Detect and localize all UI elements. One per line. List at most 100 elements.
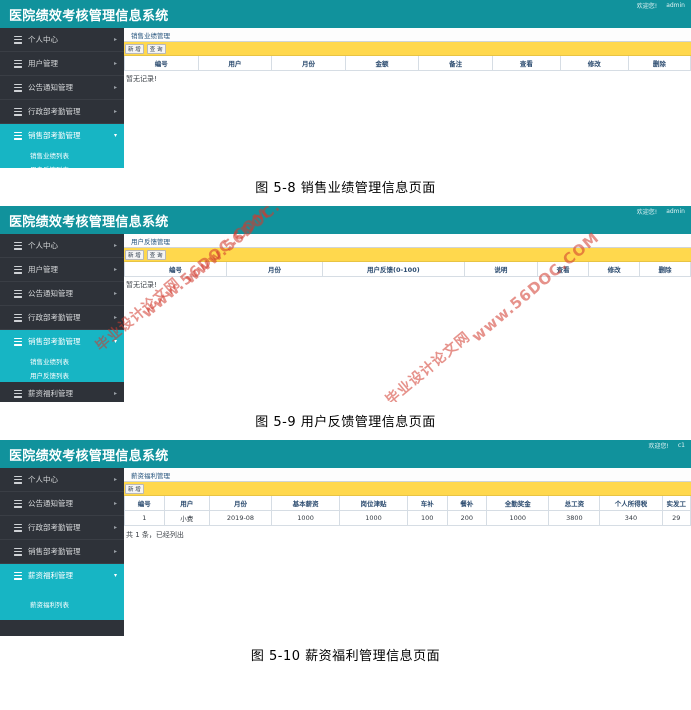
cell-post-allowance: 1000 xyxy=(339,509,408,526)
column-header[interactable]: 全勤奖金 xyxy=(486,496,550,511)
column-header[interactable]: 说明 xyxy=(463,262,539,277)
sidebar-item-label: 行政部考勤管理 xyxy=(28,313,81,322)
breadcrumb-label: 用户反馈管理 xyxy=(131,237,170,246)
sidebar-item-notice-mgmt[interactable]: 公告通知管理 ▸ xyxy=(0,492,124,516)
column-header[interactable]: 查看 xyxy=(491,56,561,71)
breadcrumb-label: 薪资福利管理 xyxy=(131,471,170,480)
stack-icon xyxy=(14,107,22,116)
sidebar-item-salary-welfare[interactable]: 薪资福利管理 ▸ xyxy=(0,382,124,402)
column-header[interactable]: 月份 xyxy=(271,56,346,71)
stack-icon xyxy=(14,475,22,484)
sidebar-item-personal[interactable]: 个人中心 ▸ xyxy=(0,28,124,52)
content-area-3: 薪资福利管理 新 增 编号 用户 月份 基本薪资 岗位津贴 车补 餐补 全勤奖金… xyxy=(124,468,691,636)
sidebar-subitem-feedback-list[interactable]: 用户反馈列表 xyxy=(0,162,124,168)
column-header[interactable]: 用户反馈(0-100) xyxy=(322,262,465,277)
sidebar-item-label: 个人中心 xyxy=(28,241,58,250)
sidebar-item-user-mgmt[interactable]: 用户管理 ▸ xyxy=(0,258,124,282)
sidebar-item-label: 薪资福利管理 xyxy=(28,571,73,580)
column-header[interactable]: 车补 xyxy=(406,496,448,511)
table-row[interactable]: 1 小费 2019-08 1000 1000 100 200 1000 3800… xyxy=(124,509,691,526)
cell-user: 小费 xyxy=(163,509,210,526)
chevron-right-icon: ▸ xyxy=(113,265,117,273)
data-table-2: 编号 月份 用户反馈(0-100) 说明 查看 修改 删除 xyxy=(124,262,691,277)
stack-icon xyxy=(14,289,22,298)
sidebar-subitem-salary-list[interactable]: 薪资福利列表 xyxy=(0,588,124,620)
column-header[interactable]: 查看 xyxy=(537,262,590,277)
toolbar-1: 新 增 查 询 xyxy=(124,42,691,56)
sidebar-item-label: 销售部考勤管理 xyxy=(28,131,81,140)
new-button[interactable]: 新 增 xyxy=(125,43,144,54)
breadcrumb-1: 销售业绩管理 xyxy=(124,28,691,42)
sidebar-item-user-mgmt[interactable]: 用户管理 ▸ xyxy=(0,52,124,76)
column-header[interactable]: 删除 xyxy=(639,262,691,277)
sidebar-item-notice-mgmt[interactable]: 公告通知管理 ▸ xyxy=(0,76,124,100)
sidebar-item-label: 公告通知管理 xyxy=(28,499,73,508)
sidebar-submenu-1: 销售业绩列表 用户反馈列表 xyxy=(0,148,124,168)
username-label[interactable]: admin xyxy=(666,208,685,215)
sidebar-item-admin-attendance[interactable]: 行政部考勤管理 ▸ xyxy=(0,516,124,540)
column-header[interactable]: 岗位津贴 xyxy=(339,496,408,511)
app-title: 医院绩效考核管理信息系统 xyxy=(9,215,169,230)
welcome-text: 欢迎您! xyxy=(636,3,658,10)
sidebar-item-label: 销售部考勤管理 xyxy=(28,547,81,556)
column-header[interactable]: 修改 xyxy=(559,56,629,71)
sidebar-item-admin-attendance[interactable]: 行政部考勤管理 ▸ xyxy=(0,100,124,124)
column-header[interactable]: 删除 xyxy=(627,56,691,71)
column-header[interactable]: 编号 xyxy=(124,56,199,71)
column-header[interactable]: 备注 xyxy=(418,56,493,71)
chevron-right-icon: ▸ xyxy=(113,241,117,249)
sidebar-item-label: 公告通知管理 xyxy=(28,83,73,92)
chevron-down-icon: ▾ xyxy=(113,571,117,579)
sidebar-item-label: 销售部考勤管理 xyxy=(28,337,81,346)
username-label[interactable]: admin xyxy=(666,2,685,9)
column-header[interactable]: 编号 xyxy=(124,496,165,511)
sidebar-subitem-sales-list[interactable]: 销售业绩列表 xyxy=(0,148,124,162)
new-button[interactable]: 新 增 xyxy=(125,483,144,494)
sidebar-item-sales-attendance[interactable]: 销售部考勤管理 ▾ xyxy=(0,330,124,354)
column-header[interactable]: 实发工 xyxy=(661,496,691,511)
column-header[interactable]: 月份 xyxy=(225,262,324,277)
new-button[interactable]: 新 增 xyxy=(125,249,144,260)
sidebar-item-notice-mgmt[interactable]: 公告通知管理 ▸ xyxy=(0,282,124,306)
sidebar-item-sales-attendance[interactable]: 销售部考勤管理 ▸ xyxy=(0,540,124,564)
sidebar-1: 个人中心 ▸ 用户管理 ▸ 公告通知管理 ▸ 行政部考勤管理 ▸ 销售部考勤管理 xyxy=(0,28,124,168)
username-label[interactable]: c1 xyxy=(678,442,685,449)
chevron-down-icon: ▾ xyxy=(113,131,117,139)
column-header[interactable]: 月份 xyxy=(208,496,273,511)
column-header[interactable]: 编号 xyxy=(124,262,227,277)
welcome-text: 欢迎您! xyxy=(648,443,669,450)
table-header-row: 编号 用户 月份 基本薪资 岗位津贴 车补 餐补 全勤奖金 总工资 个人所得税 … xyxy=(124,496,691,511)
sidebar-subitem-feedback-list[interactable]: 用户反馈列表 xyxy=(0,368,124,382)
query-button[interactable]: 查 询 xyxy=(146,249,166,260)
column-header[interactable]: 餐补 xyxy=(446,496,488,511)
header-user-area-3: 欢迎您! c1 xyxy=(648,441,685,450)
chevron-right-icon: ▸ xyxy=(113,547,117,555)
sidebar-item-label: 用户管理 xyxy=(28,59,58,68)
sidebar-item-salary-welfare[interactable]: 薪资福利管理 ▾ xyxy=(0,564,124,588)
column-header[interactable]: 用户 xyxy=(163,496,210,511)
column-header[interactable]: 修改 xyxy=(588,262,641,277)
sidebar-subitem-sales-list[interactable]: 销售业绩列表 xyxy=(0,354,124,368)
figure-caption-3: 图 5-10 薪资福利管理信息页面 xyxy=(250,649,441,664)
app-body-1: 个人中心 ▸ 用户管理 ▸ 公告通知管理 ▸ 行政部考勤管理 ▸ 销售部考勤管理 xyxy=(0,28,691,168)
sidebar-item-sales-attendance[interactable]: 销售部考勤管理 ▾ xyxy=(0,124,124,148)
chevron-right-icon: ▸ xyxy=(113,289,117,297)
column-header[interactable]: 个人所得税 xyxy=(599,496,663,511)
column-header[interactable]: 总工资 xyxy=(548,496,601,511)
stack-icon xyxy=(14,83,22,92)
sidebar-item-personal[interactable]: 个人中心 ▸ xyxy=(0,234,124,258)
content-area-2: 用户反馈管理 新 增 查 询 编号 月份 用户反馈(0-100) 说明 查看 修… xyxy=(124,234,691,402)
sidebar-item-admin-attendance[interactable]: 行政部考勤管理 ▸ xyxy=(0,306,124,330)
column-header[interactable]: 用户 xyxy=(197,56,273,71)
sidebar-item-personal[interactable]: 个人中心 ▸ xyxy=(0,468,124,492)
column-header[interactable]: 金额 xyxy=(344,56,420,71)
stack-icon xyxy=(14,523,22,532)
data-table-1: 编号 用户 月份 金额 备注 查看 修改 删除 xyxy=(124,56,691,71)
sidebar-filler xyxy=(0,620,124,636)
header-user-area-2: 欢迎您! admin xyxy=(637,207,685,216)
cell-total-salary: 3800 xyxy=(548,509,601,526)
column-header[interactable]: 基本薪资 xyxy=(271,496,341,511)
sidebar-item-label: 个人中心 xyxy=(28,35,58,44)
app-header-3: 医院绩效考核管理信息系统 欢迎您! c1 xyxy=(0,440,691,468)
query-button[interactable]: 查 询 xyxy=(146,43,166,54)
